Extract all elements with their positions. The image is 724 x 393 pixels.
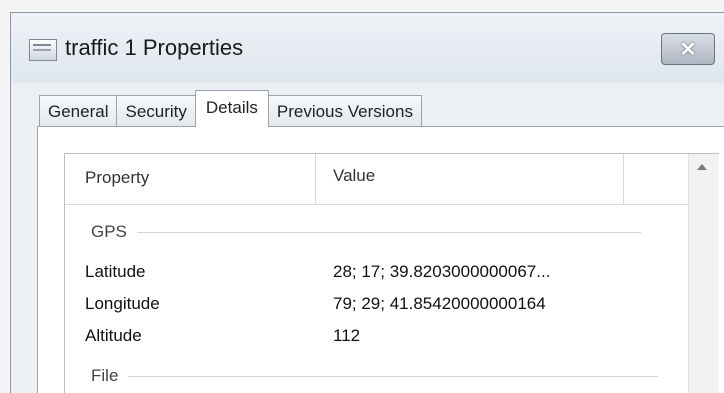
group-header-file: File <box>91 366 659 386</box>
title-bar[interactable]: traffic 1 Properties ✕ <box>11 13 724 83</box>
tab-strip: General Security Details Previous Versio… <box>39 90 422 127</box>
column-header: Property Value <box>65 154 719 205</box>
details-panel: Property Value GPS Latitude 28; 17; 39.8… <box>37 126 724 393</box>
column-divider[interactable] <box>315 154 316 204</box>
details-list: Property Value GPS Latitude 28; 17; 39.8… <box>64 153 719 393</box>
tab-details[interactable]: Details <box>194 90 269 127</box>
group-divider <box>128 375 659 377</box>
tab-security[interactable]: Security <box>116 95 196 127</box>
list-item[interactable]: Latitude 28; 17; 39.8203000000067... <box>85 262 550 282</box>
property-value: 79; 29; 41.85420000000164 <box>333 294 546 313</box>
list-item[interactable]: Longitude 79; 29; 41.85420000000164 <box>85 294 546 314</box>
property-name: Altitude <box>85 326 142 345</box>
dialog-body: General Security Details Previous Versio… <box>11 83 724 393</box>
tab-general[interactable]: General <box>39 95 118 127</box>
window-title: traffic 1 Properties <box>65 35 244 60</box>
property-value: 112 <box>333 326 361 345</box>
tab-previous-versions[interactable]: Previous Versions <box>267 95 422 127</box>
close-icon: ✕ <box>679 38 697 61</box>
group-label: File <box>91 366 119 385</box>
property-value: 28; 17; 39.8203000000067... <box>333 262 551 281</box>
group-divider <box>136 231 641 233</box>
close-button[interactable]: ✕ <box>661 33 715 65</box>
properties-dialog: traffic 1 Properties ✕ General Security … <box>10 12 724 393</box>
group-header-gps: GPS <box>91 222 641 242</box>
property-name: Longitude <box>85 294 160 313</box>
list-item[interactable]: Altitude 112 <box>85 326 360 346</box>
property-name: Latitude <box>85 262 146 281</box>
vertical-scrollbar[interactable] <box>688 154 719 393</box>
column-header-property[interactable]: Property <box>85 168 149 188</box>
column-header-value[interactable]: Value <box>333 166 375 186</box>
file-icon <box>29 39 57 61</box>
scroll-up-arrow-icon[interactable] <box>697 164 707 170</box>
column-divider[interactable] <box>623 154 624 204</box>
group-label: GPS <box>91 222 127 241</box>
